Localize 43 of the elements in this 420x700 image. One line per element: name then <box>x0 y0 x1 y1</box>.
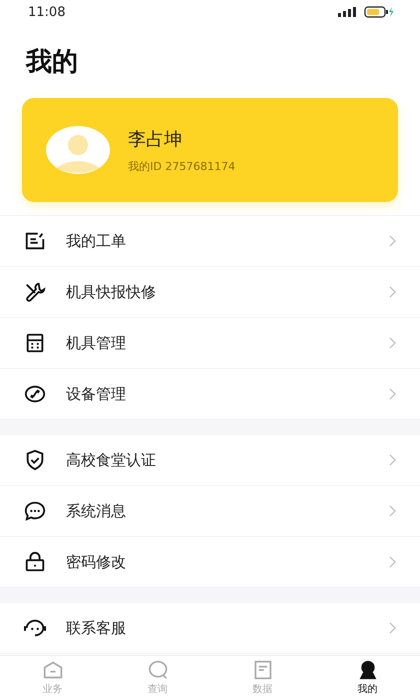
menu-item[interactable]: 机具管理 <box>0 318 420 369</box>
tools-icon <box>24 281 46 303</box>
document-icon <box>252 660 272 680</box>
calculator-icon <box>24 332 46 354</box>
chevron-icon <box>389 286 396 298</box>
profile-card[interactable]: 李占坤 我的ID 2757681174 <box>22 98 398 202</box>
menu-label: 密码修改 <box>66 552 127 572</box>
person-icon <box>358 660 378 680</box>
menu-label: 联系客服 <box>66 618 127 638</box>
tab[interactable]: 我的 <box>315 656 420 700</box>
menu-item[interactable]: 联系客服 <box>0 603 420 654</box>
user-name: 李占坤 <box>128 128 183 150</box>
menu-label: 设备管理 <box>66 384 127 404</box>
page-title: 我的 <box>24 46 79 78</box>
signal-icon <box>338 7 356 17</box>
menu-label: 我的工单 <box>66 232 127 250</box>
menu-item[interactable]: 高校食堂认证 <box>0 435 420 486</box>
lock-icon <box>24 551 46 573</box>
menu-item[interactable]: 系统消息 <box>0 486 420 537</box>
chevron-icon <box>389 454 396 466</box>
headset-icon <box>24 617 46 639</box>
home-icon <box>42 660 62 680</box>
menu-label: 高校食堂认证 <box>66 450 157 470</box>
shield-icon <box>24 449 46 471</box>
menu-item[interactable]: 机具快报快修 <box>0 267 420 318</box>
chevron-icon <box>389 556 396 568</box>
chevron-icon <box>389 337 396 349</box>
status-time: 11:08 <box>28 4 66 20</box>
chat-icon <box>24 500 46 522</box>
chevron-icon <box>389 505 396 517</box>
chevron-icon <box>389 388 396 400</box>
chevron-icon <box>389 622 396 634</box>
menu-label: 机具管理 <box>66 334 127 352</box>
user-id: 我的ID 2757681174 <box>128 158 236 174</box>
chevron-icon <box>389 235 396 247</box>
menu-label: 机具快报快修 <box>66 282 157 302</box>
edit-icon <box>24 230 46 252</box>
menu-label: 系统消息 <box>66 502 127 520</box>
link-icon <box>24 383 46 405</box>
search-icon <box>148 660 168 680</box>
battery-icon <box>364 6 394 18</box>
avatar-icon <box>46 126 110 174</box>
menu-item[interactable]: 我的工单 <box>0 216 420 267</box>
